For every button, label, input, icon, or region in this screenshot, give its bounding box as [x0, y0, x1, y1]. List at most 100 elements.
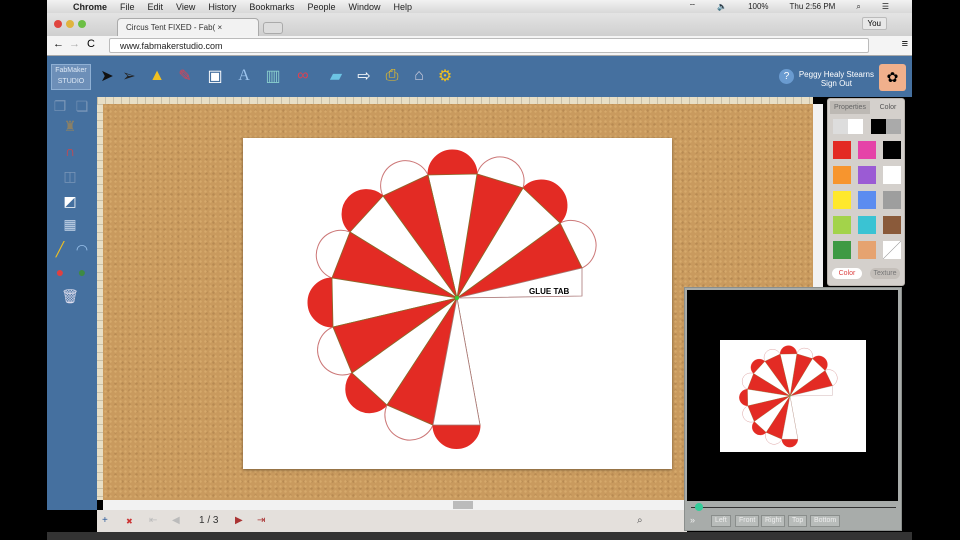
url-input[interactable]: www.fabmakerstudio.com [109, 38, 869, 53]
menu-people[interactable]: People [307, 2, 335, 12]
preview-canvas[interactable] [687, 290, 898, 501]
delete-page-icon[interactable]: ✖ [126, 517, 133, 526]
zoom-icon[interactable]: ⌕ [637, 515, 643, 526]
shapes-icon[interactable]: ▲ [147, 66, 167, 86]
grid-icon[interactable]: ▦ [61, 215, 79, 233]
view-left-button[interactable]: Left [711, 515, 731, 527]
select-arrow-icon[interactable]: ➤ [97, 66, 117, 86]
close-tab-icon[interactable]: × [217, 23, 222, 32]
zoom-window-button[interactable] [78, 20, 86, 28]
menu-bookmarks[interactable]: Bookmarks [249, 2, 294, 12]
scroll-thumb[interactable] [453, 501, 473, 509]
tab-title: Circus Tent FIXED - Fab( [126, 23, 216, 32]
zoom-in-icon[interactable]: ● [73, 263, 91, 281]
collapse-icon[interactable]: » [690, 515, 695, 525]
wifi-icon[interactable]: ⌔ [689, 2, 697, 12]
back-icon[interactable]: ← [53, 38, 64, 50]
minimize-window-button[interactable] [66, 20, 74, 28]
volume-icon[interactable]: 🔈 [717, 2, 727, 11]
new-tab-button[interactable] [263, 22, 283, 34]
close-window-button[interactable] [54, 20, 62, 28]
menu-chrome[interactable]: Chrome [73, 2, 107, 12]
color-swatch[interactable] [883, 241, 901, 259]
texture-mode-button[interactable]: Texture [870, 268, 900, 279]
text-tool-icon[interactable]: A [234, 66, 254, 86]
prev-page-icon[interactable]: ◀ [172, 515, 180, 526]
color-mode-button[interactable]: Color [832, 268, 862, 279]
stamp-icon[interactable]: ♜ [61, 117, 79, 135]
color-swatch[interactable] [833, 166, 851, 184]
trash-icon[interactable]: 🗑 [61, 287, 79, 305]
color-swatch[interactable] [883, 216, 901, 234]
bottom-strip [47, 532, 912, 540]
tab-color[interactable]: Color [872, 101, 904, 114]
color-swatch[interactable] [858, 141, 876, 159]
color-swatch[interactable] [858, 191, 876, 209]
cutter-icon[interactable]: ⌂ [409, 66, 429, 86]
view-right-button[interactable]: Right [761, 515, 786, 527]
browser-tab[interactable]: Circus Tent FIXED - Fab( × [117, 18, 259, 36]
clock[interactable]: Thu 2:56 PM [790, 2, 836, 11]
menu-help[interactable]: Help [393, 2, 412, 12]
ruler-horizontal [97, 97, 813, 104]
stroke-color-well[interactable] [871, 119, 901, 134]
menu-file[interactable]: File [120, 2, 135, 12]
add-page-icon[interactable]: + [102, 515, 108, 526]
magnet-icon[interactable]: ∩ [61, 142, 79, 160]
ruler-icon[interactable]: ╱ [51, 240, 69, 258]
color-swatch[interactable] [883, 166, 901, 184]
profile-button[interactable]: You [861, 17, 887, 30]
color-swatch[interactable] [833, 216, 851, 234]
copy-icon[interactable]: ❐ [51, 97, 69, 115]
preview-slider-handle[interactable] [695, 503, 703, 511]
protractor-icon[interactable]: ◠ [73, 240, 91, 258]
paste-icon[interactable]: ❏ [73, 97, 91, 115]
glasses-icon[interactable]: ∞ [293, 66, 313, 86]
forward-icon[interactable]: → [69, 38, 80, 50]
view-top-button[interactable]: Top [788, 515, 808, 527]
eraser-icon[interactable]: ◩ [61, 192, 79, 210]
glue-tab-label: GLUE TAB [529, 287, 570, 296]
color-swatch[interactable] [883, 191, 901, 209]
fill-color-well[interactable] [833, 119, 863, 134]
library-icon[interactable]: ▣ [205, 66, 225, 86]
spotlight-icon[interactable]: ⌕ [856, 2, 860, 12]
color-swatch[interactable] [858, 241, 876, 259]
draw-pen-icon[interactable]: ✎ [175, 66, 195, 86]
color-swatch[interactable] [858, 216, 876, 234]
reload-icon[interactable]: C [87, 38, 95, 50]
menu-edit[interactable]: Edit [148, 2, 164, 12]
help-button[interactable]: ? [779, 69, 794, 84]
export-icon[interactable]: ⇨ [354, 66, 374, 86]
folder-icon[interactable]: ▰ [326, 66, 346, 86]
direct-select-icon[interactable]: ➢ [119, 66, 139, 86]
left-toolbar: ❐ ❏ ♜ ∩ ◫ ◩ ▦ ╱ ◠ ● ● 🗑 [47, 97, 97, 510]
color-swatch[interactable] [833, 191, 851, 209]
color-swatch[interactable] [883, 141, 901, 159]
color-swatch[interactable] [833, 241, 851, 259]
tab-properties[interactable]: Properties [830, 101, 870, 114]
next-page-icon[interactable]: ▶ [235, 515, 243, 526]
properties-panel: Properties Color Color Texture [827, 98, 905, 286]
last-page-icon[interactable]: ⇥ [257, 515, 265, 526]
first-page-icon[interactable]: ⇤ [149, 515, 157, 526]
view-bottom-button[interactable]: Bottom [810, 515, 841, 527]
menu-window[interactable]: Window [348, 2, 380, 12]
color-swatch[interactable] [858, 166, 876, 184]
document-page[interactable]: GLUE TAB [243, 138, 672, 469]
settings-gear-icon[interactable]: ⚙ [435, 66, 455, 86]
books-icon[interactable]: ▥ [263, 66, 283, 86]
circus-tent-net[interactable]: GLUE TAB [243, 138, 672, 469]
menu-history[interactable]: History [208, 2, 236, 12]
notifications-icon[interactable]: ☰ [882, 2, 889, 11]
print-icon[interactable]: ⎙ [382, 66, 402, 86]
preview-slider[interactable] [691, 507, 896, 508]
zoom-out-icon[interactable]: ● [51, 263, 69, 281]
group-icon[interactable]: ◫ [61, 167, 79, 185]
avatar[interactable]: ✿ [879, 64, 906, 91]
menu-view[interactable]: View [176, 2, 195, 12]
color-swatch[interactable] [833, 141, 851, 159]
chrome-menu-icon[interactable]: ≡ [902, 38, 908, 50]
view-front-button[interactable]: Front [735, 515, 760, 527]
sign-out-link[interactable]: Sign Out [799, 79, 874, 88]
